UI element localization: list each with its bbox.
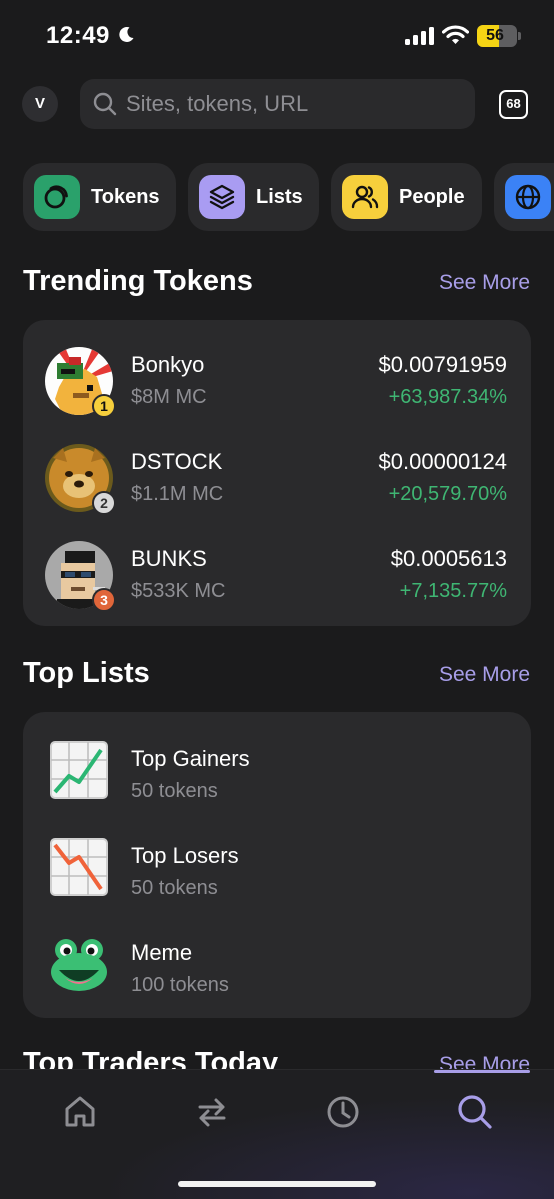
list-title: Top Gainers [131,746,250,771]
chip-people[interactable]: People [331,163,482,231]
home-indicator [178,1181,376,1187]
token-row[interactable]: 3 BUNKS $533K MC $0.0005613 +7,135.77% [23,534,531,624]
trending-see-more-link[interactable]: See More [439,271,530,295]
list-title: Top Losers [131,843,239,868]
token-row[interactable]: 1 Bonkyo $8M MC $0.00791959 +63,987.34% [23,340,531,430]
rank-badge: 3 [92,588,116,612]
token-change: +20,579.70% [388,483,507,505]
browser-tabs-button[interactable]: 68 [499,90,528,119]
token-price: $0.00791959 [378,352,507,377]
list-count: 50 tokens [131,780,218,802]
search-icon[interactable] [455,1092,495,1132]
chip-lists[interactable]: Lists [188,163,319,231]
rank-badge: 2 [92,491,116,515]
trending-tokens-title: Trending Tokens [23,265,253,297]
search-icon [93,92,117,116]
globe-icon [505,175,551,219]
chart-up-icon [50,741,108,799]
category-chips: Tokens Lists People [23,163,554,233]
token-row[interactable]: 2 DSTOCK $1.1M MC $0.00000124 +20,579.70… [23,437,531,527]
cellular-signal-icon [405,27,434,45]
chip-tokens[interactable]: Tokens [23,163,176,231]
token-name: BUNKS [131,546,207,571]
top-lists-card: Top Gainers 50 tokens Top Losers 50 toke… [23,712,531,1018]
search-input[interactable] [126,79,466,129]
account-avatar[interactable]: V [22,86,58,122]
list-item[interactable]: Top Losers 50 tokens [23,829,531,925]
chart-down-icon [50,838,108,896]
search-bar[interactable] [80,79,475,129]
home-icon[interactable] [60,1092,100,1132]
bottom-nav [0,1069,554,1199]
tokens-icon [34,175,80,219]
chip-sites[interactable] [494,163,554,231]
battery-cap [518,32,521,40]
token-market-cap: $1.1M MC [131,483,224,505]
token-name: Bonkyo [131,352,205,377]
status-bar: 12:49 56 [0,0,554,70]
list-title: Meme [131,940,193,965]
token-change: +63,987.34% [388,386,507,408]
nav-active-indicator [434,1070,530,1073]
battery-percent: 56 [486,27,504,44]
trending-tokens-card: 1 Bonkyo $8M MC $0.00791959 +63,987.34% [23,320,531,626]
token-price: $0.0005613 [390,546,507,571]
moon-icon [119,27,134,43]
top-lists-see-more-link[interactable]: See More [439,663,530,687]
explore-screen: 12:49 56 V 68 [0,0,554,1199]
swap-icon[interactable] [192,1092,232,1132]
list-item[interactable]: Meme 100 tokens [23,926,531,1022]
chip-label: Tokens [91,186,160,208]
rank-badge: 1 [92,394,116,418]
people-icon [342,175,388,219]
token-price: $0.00000124 [378,449,507,474]
frog-icon [51,939,107,991]
wifi-icon [442,25,469,44]
status-time: 12:49 [46,22,110,49]
token-market-cap: $8M MC [131,386,207,408]
layers-icon [199,175,245,219]
history-icon[interactable] [323,1092,363,1132]
chip-label: Lists [256,186,303,208]
list-count: 100 tokens [131,974,229,996]
token-market-cap: $533K MC [131,580,226,602]
battery-icon: 56 [477,25,517,47]
chip-label: People [399,186,465,208]
top-lists-title: Top Lists [23,657,150,689]
token-change: +7,135.77% [399,580,507,602]
list-item[interactable]: Top Gainers 50 tokens [23,732,531,828]
list-count: 50 tokens [131,877,218,899]
token-name: DSTOCK [131,449,223,474]
